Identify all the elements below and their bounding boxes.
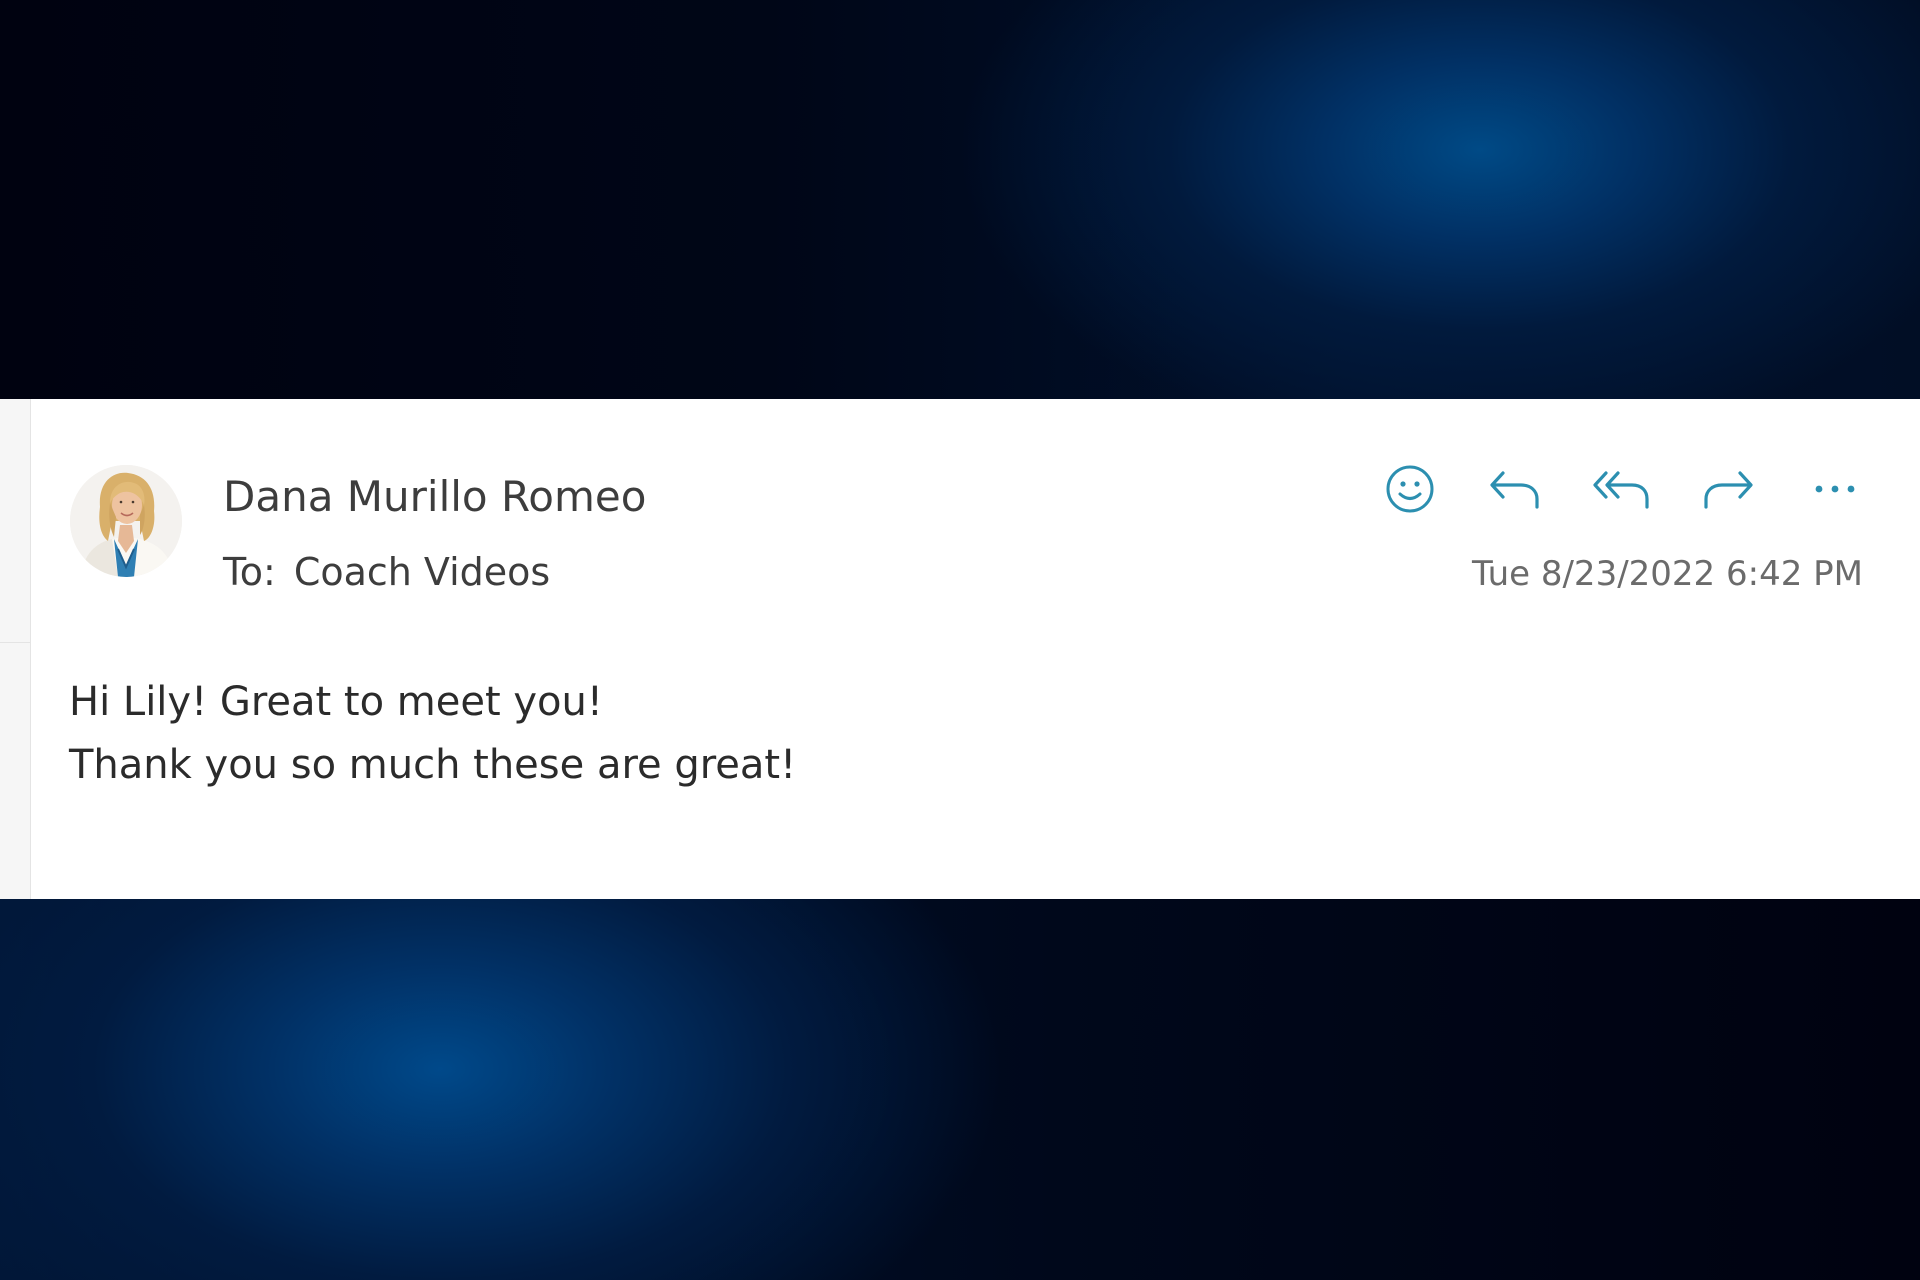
recipient-name[interactable]: Coach Videos	[294, 550, 550, 594]
email-message-panel: Dana Murillo Romeo To: Coach Videos Tue 8…	[0, 399, 1920, 899]
reply-icon	[1490, 471, 1539, 509]
background-top	[0, 0, 1920, 399]
reply-all-icon	[1593, 471, 1649, 509]
message-body-line: Hi Lily! Great to meet you!	[69, 679, 603, 725]
sender-avatar[interactable]	[70, 465, 182, 577]
message-actions-toolbar	[1380, 459, 1860, 519]
background-bottom	[0, 899, 1920, 1280]
more-options-button[interactable]	[1805, 459, 1865, 519]
sender-name[interactable]: Dana Murillo Romeo	[223, 471, 646, 523]
message-body-line: Thank you so much these are great!	[69, 742, 797, 788]
emoji-react-button[interactable]	[1380, 459, 1440, 519]
to-label: To:	[223, 550, 276, 594]
forward-icon	[1704, 471, 1753, 509]
smiley-icon	[1386, 465, 1434, 513]
forward-button[interactable]	[1698, 459, 1758, 519]
panel-edge-divider	[0, 642, 30, 643]
reply-all-button[interactable]	[1592, 459, 1652, 519]
recipient-line: To: Coach Videos	[223, 548, 550, 596]
panel-left-edge	[0, 399, 31, 899]
screenshot-frame: Dana Murillo Romeo To: Coach Videos Tue 8…	[0, 0, 1920, 1280]
reply-button[interactable]	[1485, 459, 1545, 519]
avatar-photo	[70, 465, 182, 577]
message-timestamp: Tue 8/23/2022 6:42 PM	[1471, 554, 1863, 594]
more-horizontal-icon	[1815, 485, 1855, 493]
